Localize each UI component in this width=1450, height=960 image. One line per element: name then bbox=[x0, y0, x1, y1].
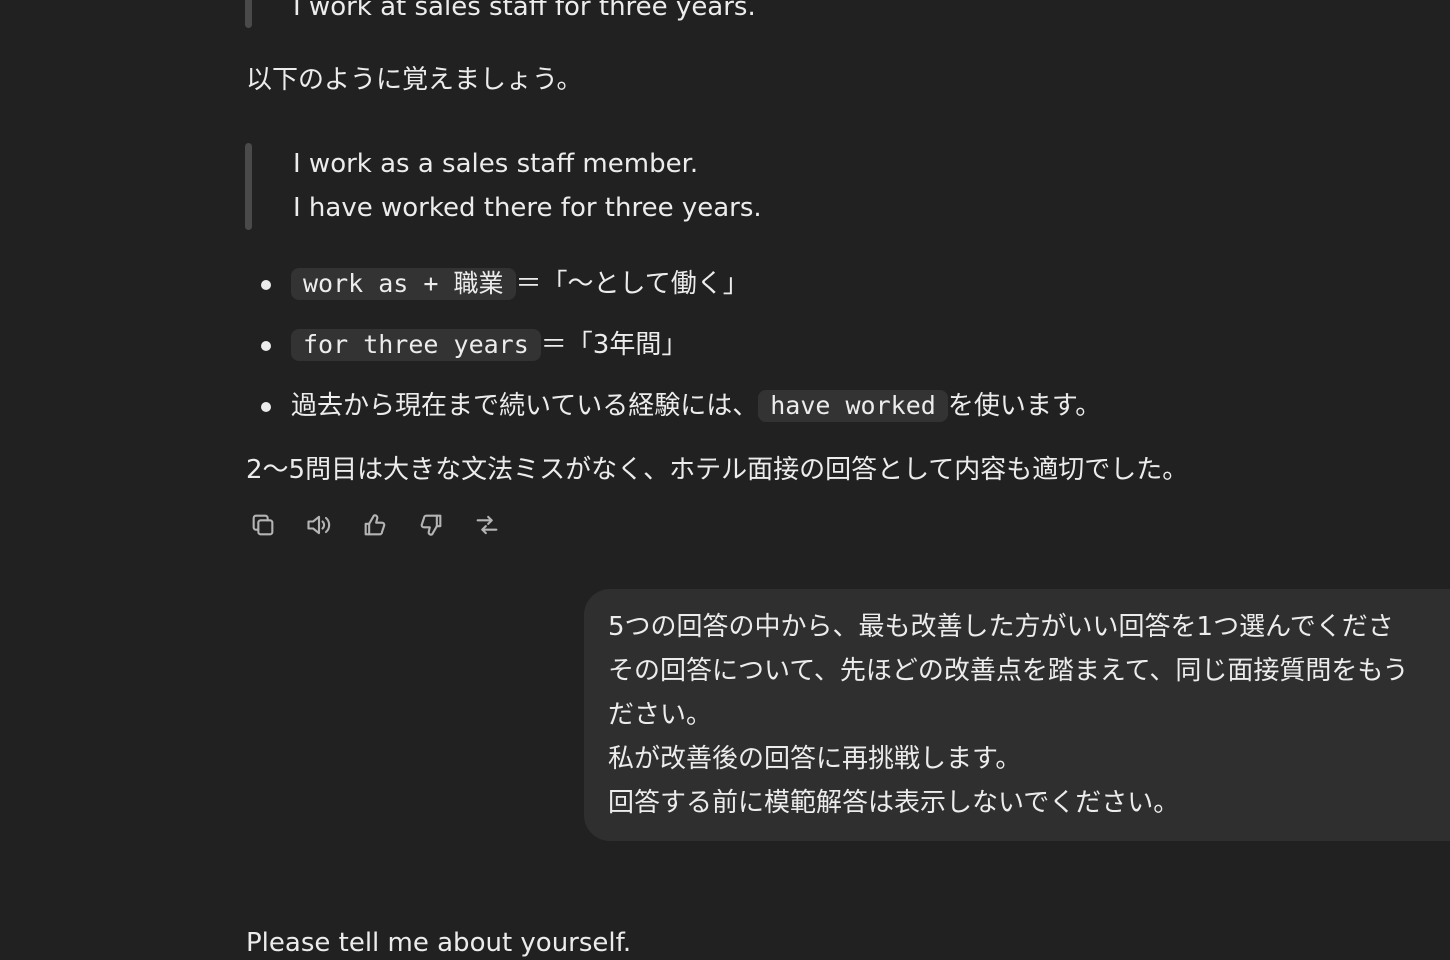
user-message-line: 5つの回答の中から、最も改善した方がいい回答を1つ選んでくださ bbox=[608, 612, 1394, 642]
message-actions bbox=[245, 507, 505, 543]
bad-response-button[interactable] bbox=[413, 507, 449, 543]
bullet-text: ＝「3年間」 bbox=[540, 330, 688, 360]
user-message-line: 私が改善後の回答に再挑戦します。 bbox=[608, 744, 1022, 774]
bullet-dot bbox=[261, 280, 271, 290]
quote-bar bbox=[245, 143, 252, 230]
thumbs-down-icon bbox=[420, 514, 442, 536]
quote-line-1: I work as a sales staff member. bbox=[293, 149, 699, 179]
next-assistant-first-line: Please tell me about yourself. bbox=[246, 928, 632, 958]
share-button[interactable] bbox=[469, 507, 505, 543]
share-icon bbox=[476, 515, 498, 535]
copy-button[interactable] bbox=[245, 507, 281, 543]
quote-line-2: I have worked there for three years. bbox=[293, 193, 762, 223]
user-message-line: 回答する前に模範解答は表示しないでください。 bbox=[608, 788, 1180, 818]
user-message-bubble: 5つの回答の中から、最も改善した方がいい回答を1つ選んでくださ その回答について… bbox=[584, 589, 1450, 841]
bullet-text: ＝「〜として働く」 bbox=[515, 269, 749, 299]
bullet-dot bbox=[261, 402, 271, 412]
thumbs-up-icon bbox=[364, 514, 386, 536]
bullet-text-before: 過去から現在まで続いている経験には、 bbox=[291, 391, 759, 421]
user-message-line: ださい。 bbox=[608, 700, 713, 730]
bullet-item-1: work as + 職業 ＝「〜として働く」 bbox=[291, 267, 749, 301]
prev-quote-bar bbox=[245, 0, 252, 28]
read-aloud-button[interactable] bbox=[301, 507, 337, 543]
bullet-item-2: for three years ＝「3年間」 bbox=[291, 328, 687, 362]
speaker-icon bbox=[307, 515, 331, 535]
copy-icon bbox=[252, 514, 274, 536]
inline-code: have worked bbox=[758, 390, 948, 422]
prev-quote-line: I work at sales staff for three years. bbox=[293, 0, 756, 22]
inline-code: work as + 職業 bbox=[291, 268, 516, 300]
inline-code: for three years bbox=[291, 329, 541, 361]
bullet-text-after: を使います。 bbox=[947, 391, 1102, 421]
conclusion-text: 2〜5問目は大きな文法ミスがなく、ホテル面接の回答として内容も適切でした。 bbox=[246, 455, 1189, 485]
bullet-item-3: 過去から現在まで続いている経験には、 have worked を使います。 bbox=[291, 389, 1101, 423]
intro-text: 以下のように覚えましょう。 bbox=[246, 65, 583, 95]
user-message-line: その回答について、先ほどの改善点を踏まえて、同じ面接質問をもう bbox=[608, 656, 1409, 686]
bullet-dot bbox=[261, 341, 271, 351]
good-response-button[interactable] bbox=[357, 507, 393, 543]
